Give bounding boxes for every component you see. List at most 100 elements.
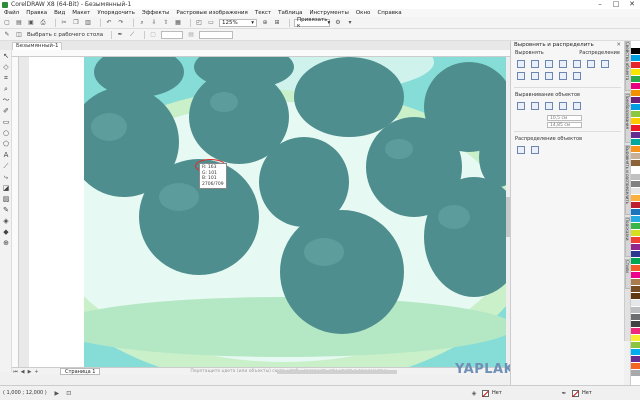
palette-swatch[interactable] [631, 97, 640, 104]
palette-swatch[interactable] [631, 328, 640, 335]
undo-icon[interactable]: ↶ [105, 19, 113, 27]
vertical-ruler[interactable] [12, 57, 19, 367]
color-eyedropper-icon[interactable]: ✎ [1, 205, 11, 215]
export-icon[interactable]: ⇧ [162, 19, 170, 27]
palette-swatch[interactable] [631, 125, 640, 132]
fill-indicator[interactable]: ◈ Нет [470, 389, 502, 397]
paste-icon[interactable]: ▥ [84, 19, 92, 27]
distribute-bottom-icon[interactable] [573, 72, 581, 80]
selected-color-field[interactable] [161, 30, 184, 39]
play-icon[interactable]: ▶ [53, 389, 61, 397]
distribute-center-icon[interactable] [573, 60, 581, 68]
launch-icon[interactable]: ▾ [346, 19, 354, 27]
align-left-icon[interactable] [517, 60, 525, 68]
horizontal-scrollbar[interactable] [277, 370, 397, 374]
y-position-field[interactable]: 14,85 см [547, 122, 582, 128]
palette-swatch[interactable] [631, 111, 640, 118]
select-from-desktop-label[interactable]: Выбрать с рабочего стола [27, 32, 103, 38]
palette-swatch[interactable] [631, 69, 640, 76]
smart-fill-icon[interactable]: ◆ [1, 227, 11, 237]
drawing-workspace[interactable]: R: 163 G: 101 B: 101 2706/709 [19, 57, 506, 367]
distribute-top-icon[interactable] [545, 72, 553, 80]
align-top-icon[interactable] [601, 60, 609, 68]
zoom-tool-icon[interactable]: ⌕ [1, 84, 11, 94]
palette-swatch[interactable] [631, 132, 640, 139]
copy-icon[interactable]: ❐ [72, 19, 80, 27]
transparency-tool-icon[interactable]: ▨ [1, 194, 11, 204]
palette-swatch[interactable] [631, 90, 640, 97]
palette-swatch[interactable] [631, 258, 640, 265]
close-button[interactable]: ✕ [624, 0, 640, 9]
menu-text[interactable]: Текст [255, 10, 271, 16]
hand-view-icon[interactable]: ⊕ [261, 19, 269, 27]
prev-page-icon[interactable]: ◀ [19, 369, 26, 375]
cut-icon[interactable]: ✂ [60, 19, 68, 27]
zoom-select[interactable]: 125% ▾ [219, 18, 257, 27]
artistic-media-icon[interactable]: ✐ [1, 106, 11, 116]
palette-swatch[interactable] [631, 181, 640, 188]
palette-swatch[interactable] [631, 230, 640, 237]
apply-to-object-icon[interactable]: ▤ [187, 31, 195, 39]
snap-to-select[interactable]: Привязать к ▾ [294, 17, 330, 29]
palette-swatch[interactable] [631, 202, 640, 209]
palette-swatch[interactable] [631, 272, 640, 279]
palette-swatch[interactable] [631, 146, 640, 153]
object-attributes-select[interactable] [199, 30, 234, 39]
polygon-tool-icon[interactable]: ⬠ [1, 139, 11, 149]
menu-table[interactable]: Таблица [278, 10, 302, 16]
ellipse-tool-icon[interactable]: ○ [1, 128, 11, 138]
publish-pdf-icon[interactable]: ▦ [174, 19, 182, 27]
selected-color-swatch-icon[interactable]: ▢ [149, 31, 157, 39]
palette-swatch[interactable] [631, 321, 640, 328]
save-icon[interactable]: ▣ [27, 19, 35, 27]
print-icon[interactable]: ⎙ [39, 19, 47, 27]
palette-swatch[interactable] [631, 293, 640, 300]
distribute-to-selection-icon[interactable] [517, 146, 525, 154]
palette-swatch[interactable] [631, 265, 640, 272]
add-page-icon[interactable]: + [33, 369, 40, 375]
menu-arrange[interactable]: Упорядочить [97, 10, 135, 16]
x-position-field[interactable]: 10,5 см [547, 115, 582, 121]
palette-swatch[interactable] [631, 307, 640, 314]
palette-swatch[interactable] [631, 104, 640, 111]
palette-swatch[interactable] [631, 83, 640, 90]
palette-swatch[interactable] [631, 195, 640, 202]
palette-swatch[interactable] [631, 153, 640, 160]
palette-swatch[interactable] [631, 41, 640, 48]
drop-shadow-icon[interactable]: ◪ [1, 183, 11, 193]
text-tool-icon[interactable]: A [1, 150, 11, 160]
align-right-icon[interactable] [545, 60, 553, 68]
menu-window[interactable]: Окно [356, 10, 371, 16]
menu-layout[interactable]: Макет [72, 10, 90, 16]
horizontal-ruler[interactable] [12, 50, 510, 57]
interactive-fill-icon[interactable]: ◈ [1, 216, 11, 226]
page-tab[interactable]: Страница 1 [60, 368, 101, 375]
connector-tool-icon[interactable]: ⤷ [1, 172, 11, 182]
minimize-button[interactable]: – [592, 0, 608, 9]
eyedropper-icon[interactable]: ✒ [116, 31, 124, 39]
import-icon[interactable]: ⇩ [150, 19, 158, 27]
add-tool-icon[interactable]: ⊕ [1, 238, 11, 248]
distribute-middle-icon[interactable] [559, 72, 567, 80]
align-to-active-icon[interactable] [517, 102, 525, 110]
status-options-icon[interactable]: ⊡ [65, 389, 73, 397]
freehand-tool-icon[interactable]: 〜 [1, 95, 11, 105]
palette-swatch[interactable] [631, 335, 640, 342]
shape-tool-icon[interactable]: ◇ [1, 62, 11, 72]
palette-swatch[interactable] [631, 349, 640, 356]
palette-swatch[interactable] [631, 48, 640, 55]
full-screen-icon[interactable]: ▭ [207, 19, 215, 27]
pick-tool-icon[interactable]: ↖ [1, 51, 11, 61]
app-launcher-icon[interactable]: ◰ [195, 19, 203, 27]
menu-bitmaps[interactable]: Растровые изображения [176, 10, 247, 16]
menu-effects[interactable]: Эффекты [142, 10, 170, 16]
paint-bucket-icon[interactable]: ⟋ [128, 31, 136, 39]
align-center-h-icon[interactable] [531, 60, 539, 68]
palette-swatch[interactable] [631, 167, 640, 174]
zoom-fit-icon[interactable]: ⊞ [273, 19, 281, 27]
menu-help[interactable]: Справка [377, 10, 401, 16]
palette-swatch[interactable] [631, 62, 640, 69]
distribute-right-icon[interactable] [587, 60, 595, 68]
menu-file[interactable]: Файл [4, 10, 19, 16]
first-page-icon[interactable]: ⏮ [12, 369, 19, 375]
